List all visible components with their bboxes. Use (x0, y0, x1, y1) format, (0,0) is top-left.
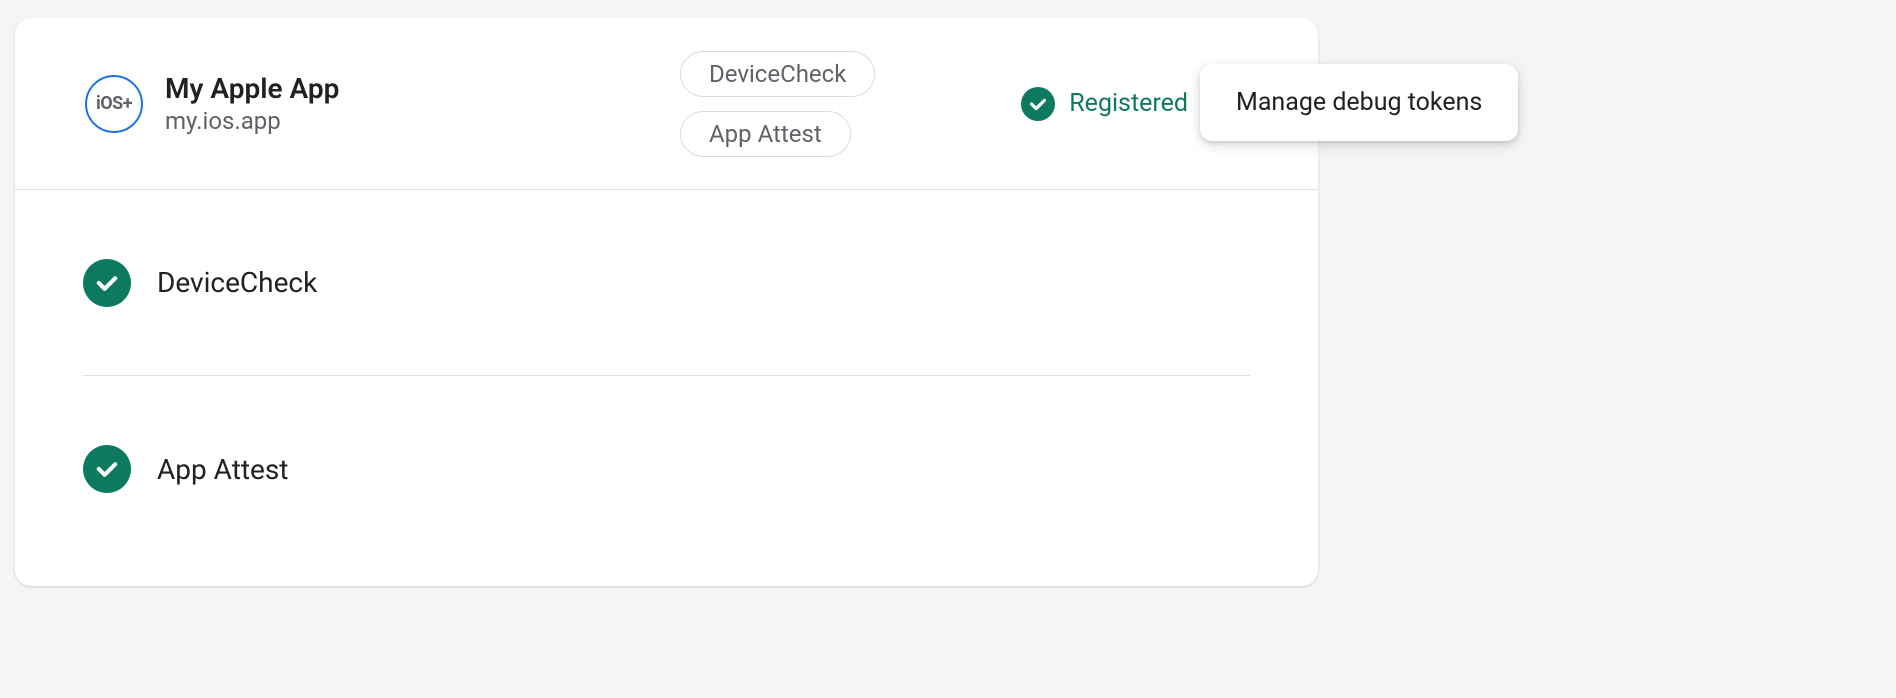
app-card: iOS+ My Apple App my.ios.app DeviceCheck… (15, 18, 1318, 586)
provider-name: App Attest (157, 453, 288, 486)
chip-devicecheck: DeviceCheck (680, 51, 875, 97)
check-circle-icon (1021, 87, 1055, 121)
app-name: My Apple App (165, 72, 339, 106)
provider-chips: DeviceCheck App Attest (680, 51, 875, 157)
check-circle-icon (83, 259, 131, 307)
status-label: Registered (1069, 89, 1188, 118)
provider-name: DeviceCheck (157, 266, 317, 299)
ios-plus-icon: iOS+ (85, 75, 143, 133)
chip-app-attest: App Attest (680, 111, 851, 157)
app-icon-label: iOS+ (96, 93, 132, 114)
app-info: My Apple App my.ios.app (165, 72, 339, 136)
provider-list: DeviceCheck App Attest (15, 190, 1318, 562)
provider-row-devicecheck[interactable]: DeviceCheck (83, 190, 1250, 376)
menu-item-manage-debug-tokens[interactable]: Manage debug tokens (1236, 88, 1482, 117)
app-bundle-id: my.ios.app (165, 107, 339, 135)
provider-row-app-attest[interactable]: App Attest (83, 376, 1250, 562)
registration-status: Registered (1021, 87, 1188, 121)
app-header: iOS+ My Apple App my.ios.app DeviceCheck… (15, 18, 1318, 190)
check-circle-icon (83, 445, 131, 493)
context-menu: Manage debug tokens (1200, 64, 1518, 141)
